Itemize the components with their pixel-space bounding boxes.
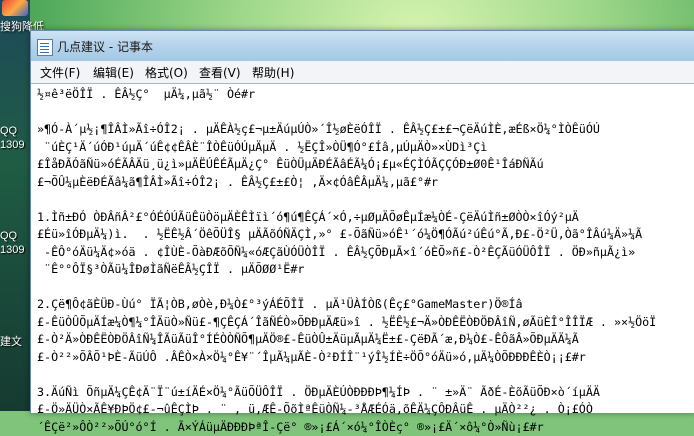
- menu-view[interactable]: 查看(V): [197, 64, 243, 81]
- menu-format[interactable]: 格式(O): [143, 64, 190, 81]
- sogou-icon[interactable]: [2, 0, 28, 16]
- text-editor[interactable]: ½¤ê³ëÖÎÏ . ÊÂ½Ç° µÄ¼,µã½¨ Òé#r »¶Ó-À´µ½¡…: [31, 83, 694, 434]
- notepad-icon[interactable]: [37, 39, 53, 56]
- menu-edit[interactable]: 编辑(E): [91, 64, 136, 81]
- editor-content[interactable]: ½¤ê³ëÖÎÏ . ÊÂ½Ç° µÄ¼,µã½¨ Òé#r »¶Ó-À´µ½¡…: [37, 86, 694, 436]
- menu-bar: 文件(F) 编辑(E) 格式(O) 查看(V) 帮助(H): [31, 61, 694, 84]
- desktop-left-strip: [0, 0, 30, 411]
- notepad-window: 几点建议 - 记事本 文件(F) 编辑(E) 格式(O) 查看(V) 帮助(H)…: [30, 30, 694, 434]
- menu-file[interactable]: 文件(F): [38, 64, 82, 81]
- desktop-item-qq-1[interactable]: QQ: [0, 125, 30, 137]
- desktop-item-qq-2-number: 1309: [0, 244, 25, 256]
- desktop-item-qq-1-number: 1309: [0, 139, 25, 151]
- desktop-item-qq-2[interactable]: QQ: [0, 230, 30, 242]
- menu-help[interactable]: 帮助(H): [250, 64, 296, 81]
- window-title: 几点建议 - 记事本: [57, 40, 153, 54]
- title-bar[interactable]: 几点建议 - 记事本: [31, 31, 694, 61]
- desktop-item-document[interactable]: 建文: [0, 333, 30, 349]
